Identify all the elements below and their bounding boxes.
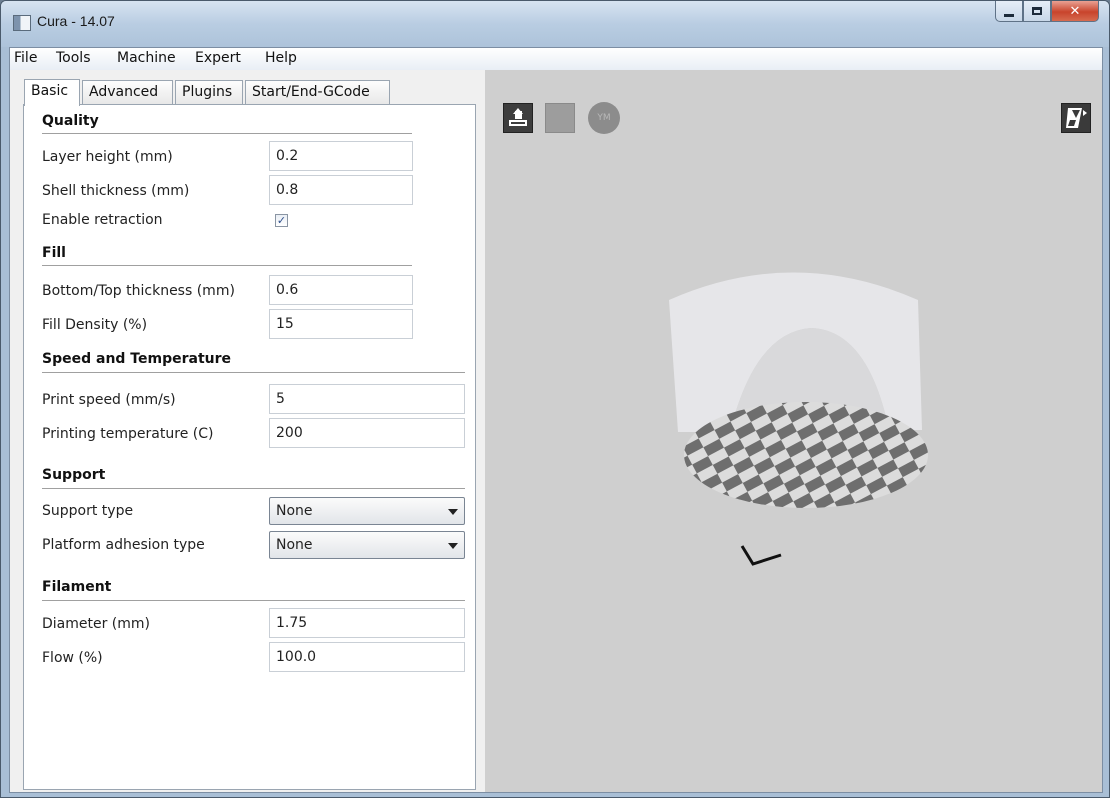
caption-buttons: ✕ [995, 1, 1099, 23]
3d-viewport[interactable]: YM [485, 70, 1102, 792]
maximize-icon [1032, 7, 1042, 15]
section-title-quality: Quality [42, 113, 99, 129]
build-plate [684, 402, 928, 508]
menu-bar: File Tools Machine Expert Help [10, 48, 1102, 71]
settings-panel: Basic Advanced Plugins Start/End-GCode Q… [10, 70, 485, 792]
label-print-speed: Print speed (mm/s) [42, 392, 176, 408]
close-icon: ✕ [1069, 3, 1081, 19]
label-layer-height: Layer height (mm) [42, 149, 173, 165]
client-area: File Tools Machine Expert Help Basic Adv… [9, 47, 1103, 793]
shell-thickness-input[interactable]: 0.8 [269, 175, 413, 205]
layer-height-input[interactable]: 0.2 [269, 141, 413, 171]
maximize-button[interactable] [1023, 1, 1051, 22]
label-support-type: Support type [42, 503, 134, 519]
tab-start-end-gcode[interactable]: Start/End-GCode [245, 80, 390, 105]
label-bottom-top-thickness: Bottom/Top thickness (mm) [42, 283, 235, 299]
section-divider [42, 372, 465, 373]
printing-temperature-input[interactable]: 200 [269, 418, 465, 448]
support-type-select[interactable]: None [269, 497, 465, 525]
menu-expert[interactable]: Expert [195, 50, 241, 66]
support-type-value: None [276, 503, 313, 519]
label-flow: Flow (%) [42, 650, 103, 666]
section-divider [42, 133, 412, 134]
tab-basic[interactable]: Basic [24, 79, 80, 106]
close-button[interactable]: ✕ [1051, 1, 1099, 22]
diameter-input[interactable]: 1.75 [269, 608, 465, 638]
bottom-top-thickness-input[interactable]: 0.6 [269, 275, 413, 305]
enable-retraction-checkbox[interactable]: ✓ [275, 214, 288, 227]
label-shell-thickness: Shell thickness (mm) [42, 183, 190, 199]
print-speed-input[interactable]: 5 [269, 384, 465, 414]
title-bar[interactable]: Cura - 14.07 ✕ [1, 1, 1109, 47]
label-printing-temperature: Printing temperature (C) [42, 426, 214, 442]
section-divider [42, 600, 465, 601]
menu-machine[interactable]: Machine [117, 50, 176, 66]
app-icon [13, 15, 31, 31]
menu-tools[interactable]: Tools [56, 50, 91, 66]
scene-canvas [669, 272, 928, 566]
axis-indicator-icon [740, 545, 782, 566]
window-title: Cura - 14.07 [37, 13, 115, 29]
label-diameter: Diameter (mm) [42, 616, 151, 632]
menu-help[interactable]: Help [265, 50, 297, 66]
label-fill-density: Fill Density (%) [42, 317, 148, 333]
minimize-button[interactable] [995, 1, 1023, 22]
label-platform-adhesion: Platform adhesion type [42, 537, 205, 553]
chevron-down-icon [448, 509, 458, 515]
minimize-icon [1004, 13, 1014, 17]
flow-input[interactable]: 100.0 [269, 642, 465, 672]
fill-density-input[interactable]: 15 [269, 309, 413, 339]
section-divider [42, 265, 412, 266]
chevron-down-icon [448, 543, 458, 549]
basic-settings: Quality Layer height (mm) 0.2 Shell thic… [23, 104, 476, 790]
platform-adhesion-select[interactable]: None [269, 531, 465, 559]
tab-plugins[interactable]: Plugins [175, 80, 243, 105]
section-title-filament: Filament [42, 579, 112, 595]
section-divider [42, 488, 465, 489]
platform-adhesion-value: None [276, 537, 313, 553]
menu-file[interactable]: File [14, 50, 37, 66]
label-enable-retraction: Enable retraction [42, 212, 163, 228]
application-window: Cura - 14.07 ✕ File Tools Machine Expert… [0, 0, 1110, 798]
tab-advanced[interactable]: Advanced [82, 80, 173, 105]
section-title-support: Support [42, 467, 106, 483]
section-title-fill: Fill [42, 245, 66, 261]
section-title-speed: Speed and Temperature [42, 351, 231, 367]
